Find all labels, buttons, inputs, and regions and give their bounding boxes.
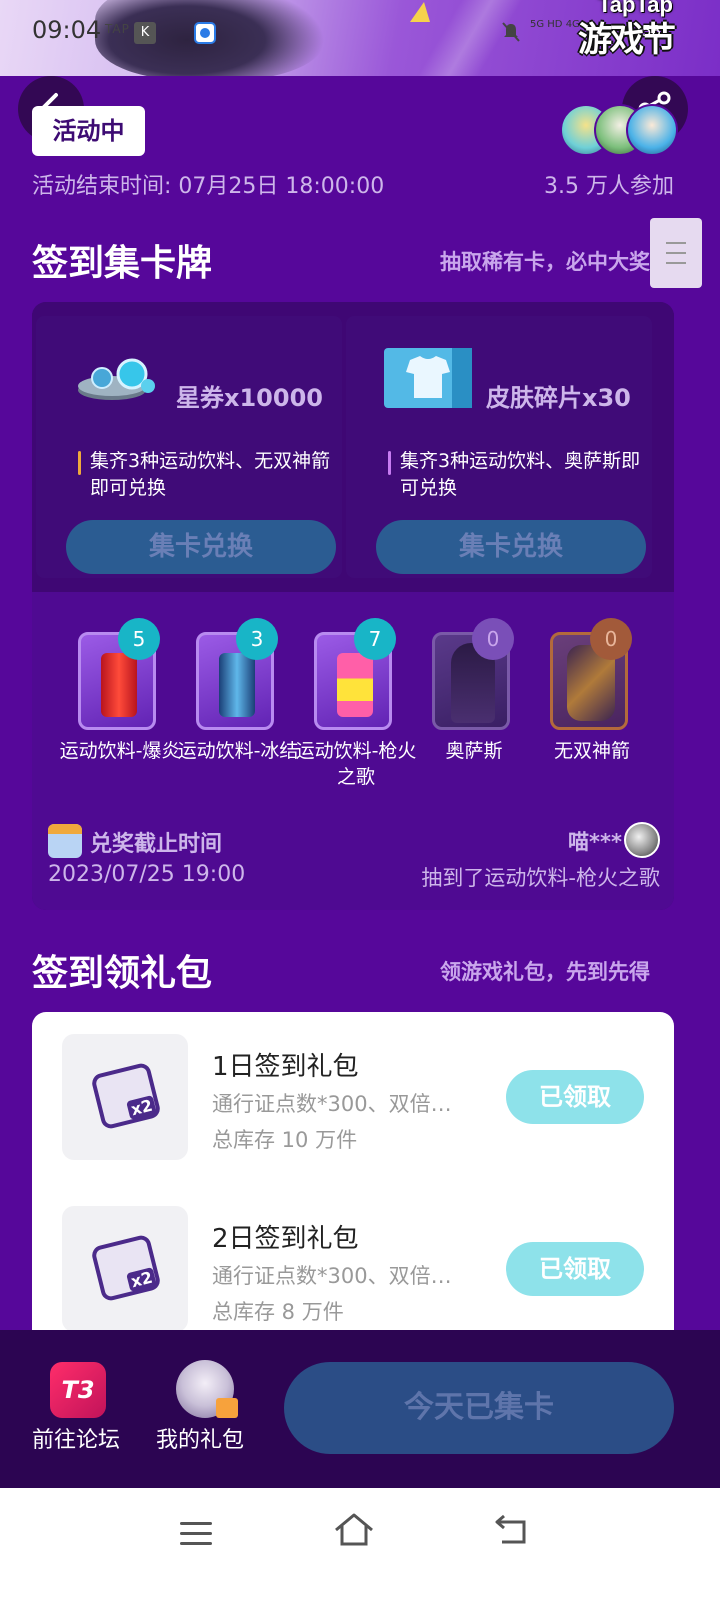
pink-can-icon	[337, 653, 373, 717]
participant-count: 3.5 万人参加	[544, 174, 674, 199]
section-subtitle-checkin-cards: 抽取稀有卡，必中大奖	[440, 250, 650, 274]
battery-level: 58	[642, 22, 662, 40]
winner-message: 抽到了运动饮料-枪火之歌	[421, 866, 660, 890]
forum-link[interactable]: 前往论坛	[32, 1422, 120, 1454]
red-can-icon	[101, 653, 137, 717]
winner-name: 喵***	[568, 830, 622, 854]
claimed-button[interactable]: 已领取	[506, 1242, 644, 1296]
participant-avatar	[626, 104, 678, 156]
gift-stock: 总库存 10 万件	[212, 1128, 358, 1152]
my-gift-link[interactable]: 我的礼包	[156, 1422, 244, 1454]
card-count-badge: 5	[118, 618, 160, 660]
deadline-label: 兑奖截止时间	[90, 832, 223, 857]
taptap-festival-logo: TapTap 游戏节 58	[578, 0, 694, 60]
exchange-button[interactable]: 集卡兑换	[66, 520, 336, 574]
section-title-checkin-cards: 签到集卡牌	[32, 243, 213, 284]
signal-indicator: 5G HD 4G	[530, 19, 580, 30]
card-count-badge: 7	[354, 618, 396, 660]
k-app-icon: K	[134, 22, 156, 44]
exchange-button[interactable]: 集卡兑换	[376, 520, 646, 574]
reward-description: 集齐3种运动饮料、奥萨斯即可兑换	[388, 448, 648, 502]
gift-title: 2日签到礼包	[212, 1224, 359, 1254]
notification-app-icon	[194, 22, 216, 44]
card-count-badge: 3	[236, 618, 278, 660]
forum-icon[interactable]: T3	[50, 1362, 106, 1418]
my-gift-avatar-icon[interactable]	[176, 1360, 238, 1418]
gift-title: 1日签到礼包	[212, 1052, 359, 1082]
calendar-icon	[48, 824, 82, 858]
activity-end-time: 活动结束时间: 07月25日 18:00:00	[32, 174, 385, 199]
gift-item: x2 1日签到礼包 通行证点数*300、双倍… 总库存 10 万件 已领取	[32, 1012, 674, 1172]
gift-box-icon	[216, 1398, 238, 1418]
daily-collect-button[interactable]: 今天已集卡	[284, 1362, 674, 1454]
banner-triangle-decoration	[410, 2, 430, 22]
system-navigation-bar	[0, 1488, 720, 1600]
banner-light-streak	[340, 0, 600, 76]
bottom-action-bar: T3 前往论坛 我的礼包 今天已集卡	[0, 1330, 720, 1488]
section-title-gifts: 签到领礼包	[32, 953, 213, 994]
reward-row: 星券x10000 集齐3种运动饮料、无双神箭即可兑换 集卡兑换 皮肤碎片x30 …	[32, 302, 674, 592]
claimed-button[interactable]: 已领取	[506, 1070, 644, 1124]
gift-image: x2	[62, 1034, 188, 1160]
back-nav-icon[interactable]	[494, 1514, 528, 1546]
reward-name: 星券x10000	[176, 384, 323, 412]
card-label: 运动饮料-爆炎	[59, 740, 181, 762]
gift-item: x2 2日签到礼包 通行证点数*300、双倍… 总库存 8 万件 已领取	[32, 1184, 674, 1342]
reward-name: 皮肤碎片x30	[486, 384, 631, 412]
status-time: 09:04	[32, 16, 102, 44]
card-label: 奥萨斯	[445, 740, 503, 762]
menu-icon[interactable]	[180, 1520, 212, 1548]
card-label: 运动饮料-冰结	[177, 740, 299, 762]
participant-avatars	[560, 104, 690, 158]
reward-card-skin-fragments: 皮肤碎片x30 集齐3种运动饮料、奥萨斯即可兑换 集卡兑换	[346, 316, 652, 578]
gift-image: x2	[62, 1206, 188, 1332]
scroll-handle[interactable]	[650, 218, 702, 288]
activity-status-tag: 活动中	[32, 106, 145, 156]
card-collection-panel: 星券x10000 集齐3种运动饮料、无双神箭即可兑换 集卡兑换 皮肤碎片x30 …	[32, 302, 674, 910]
mute-bell-icon	[502, 22, 520, 42]
card-label: 无双神箭	[553, 740, 630, 762]
status-app-label: TAP	[105, 22, 130, 36]
gift-description: 通行证点数*300、双倍…	[212, 1264, 452, 1288]
star-coupon-icon	[78, 358, 155, 400]
gift-description: 通行证点数*300、双倍…	[212, 1092, 452, 1116]
card-count-badge: 0	[590, 618, 632, 660]
collected-cards-row: 5 运动饮料-爆炎 3 运动饮料-冰结 7 运动饮料-枪火之歌 0 奥萨斯 0 …	[32, 592, 674, 910]
skin-fragment-icon	[384, 348, 472, 408]
winner-avatar	[624, 822, 660, 858]
reward-description: 集齐3种运动饮料、无双神箭即可兑换	[78, 448, 338, 502]
card-label: 运动饮料-枪火之歌	[295, 740, 417, 788]
home-icon[interactable]	[334, 1512, 374, 1548]
gift-list: x2 1日签到礼包 通行证点数*300、双倍… 总库存 10 万件 已领取 x2…	[32, 1012, 674, 1342]
card-count-badge: 0	[472, 618, 514, 660]
blue-can-icon	[219, 653, 255, 717]
reward-card-star-coupon: 星券x10000 集齐3种运动饮料、无双神箭即可兑换 集卡兑换	[36, 316, 342, 578]
deadline-time: 2023/07/25 19:00	[48, 862, 246, 887]
gift-stock: 总库存 8 万件	[212, 1300, 344, 1324]
section-subtitle-gifts: 领游戏礼包，先到先得	[440, 960, 650, 984]
